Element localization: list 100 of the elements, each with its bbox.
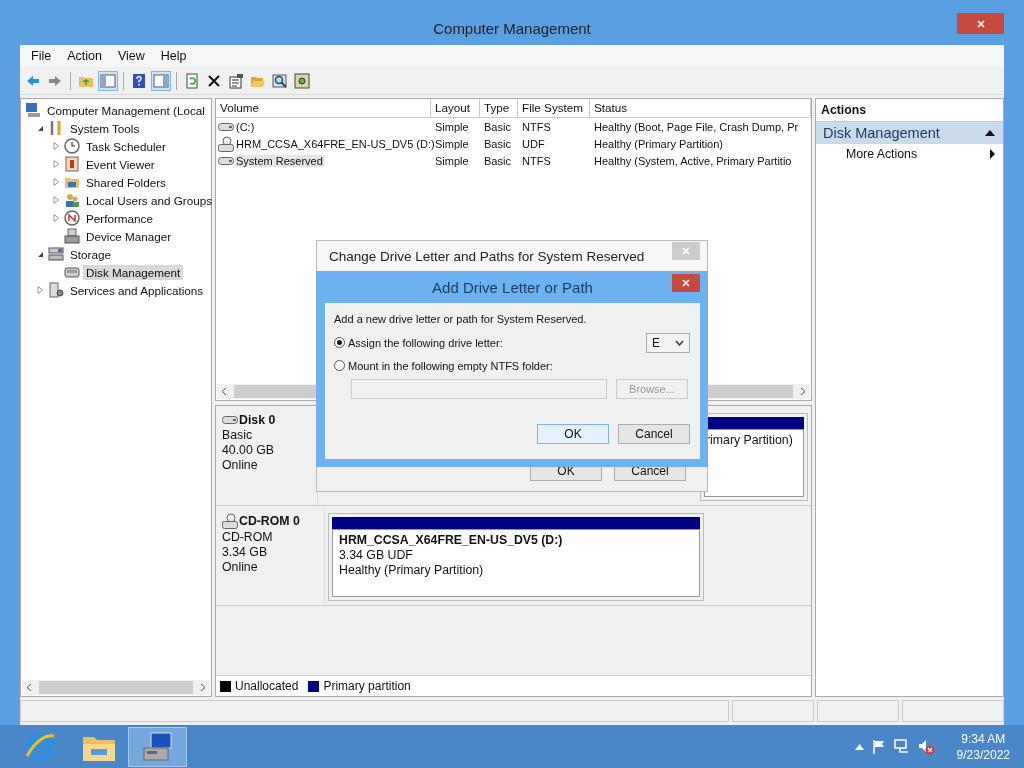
legend-label: Primary partition	[323, 679, 411, 693]
drive-icon	[218, 155, 234, 166]
dialog-prompt: Add a new drive letter or path for System Reserved.	[334, 313, 588, 325]
disk-type: CD-ROM	[222, 530, 274, 544]
column-header[interactable]: Volume	[216, 99, 431, 117]
device-icon	[64, 228, 80, 244]
menu-item[interactable]: File	[24, 47, 59, 65]
close-icon	[681, 246, 691, 256]
table-cell[interactable]: HRM_CCSA_X64FRE_EN-US_DV5 (D:)	[235, 137, 436, 150]
muted-speaker-icon[interactable]	[917, 738, 935, 755]
clock-icon	[64, 138, 80, 154]
computer-icon[interactable]	[140, 730, 175, 763]
disk-status: Online	[222, 458, 259, 472]
cd-drive-icon	[222, 513, 238, 529]
window-title: Computer Management	[433, 20, 591, 37]
table-cell-text: Healthy (Primary Partition)	[593, 137, 724, 150]
scrollbar[interactable]	[22, 680, 210, 695]
tree-item[interactable]: Local Users and Groups	[83, 192, 216, 208]
log-icon	[64, 156, 80, 172]
expand-arrow-icon[interactable]	[35, 285, 45, 295]
drive-letter-dropdown[interactable]: E	[646, 332, 690, 353]
table-cell-text: Basic	[483, 120, 512, 133]
column-header[interactable]: Status	[590, 99, 811, 117]
clock-time[interactable]: 9:34 AM	[961, 731, 1006, 746]
tree-item[interactable]: Storage	[67, 246, 114, 262]
drive-icon	[222, 415, 238, 425]
disk-size: 40.00 GB	[222, 443, 275, 457]
partition-title: HRM_CCSA_X64FRE_EN-US_DV5 (D:)	[339, 533, 564, 547]
expand-arrow-icon[interactable]	[51, 141, 61, 151]
tree-item[interactable]: Services and Applications	[67, 282, 207, 298]
table-cell-text: UDF	[521, 137, 546, 150]
table-cell-text: Healthy (System, Active, Primary Partitio	[593, 154, 793, 167]
chevron-up-icon[interactable]	[854, 743, 864, 750]
tree-item[interactable]: Device Manager	[83, 228, 175, 244]
menu-item[interactable]: View	[110, 47, 152, 65]
partition-block[interactable]: HRM_CCSA_X64FRE_EN-US_DV5 (D:) 3.34 GB UDF Healthy (Primary Partition)	[328, 513, 704, 601]
table-cell[interactable]: (C:)	[235, 120, 256, 133]
panel-icon	[100, 72, 116, 89]
column-header[interactable]: File System	[518, 99, 590, 117]
table-cell-text: Basic	[483, 137, 512, 150]
taskbar-button[interactable]	[128, 726, 187, 767]
users-icon	[64, 192, 80, 208]
menu-item[interactable]: Action	[60, 47, 109, 65]
close-icon	[681, 278, 691, 288]
folder-path-field[interactable]	[351, 379, 607, 399]
tree-item[interactable]: System Tools	[67, 120, 143, 136]
disk-name: Disk 0	[239, 413, 276, 427]
performance-icon	[64, 210, 80, 226]
tree-item[interactable]: Performance	[83, 210, 156, 226]
tree-item[interactable]: Task Scheduler	[83, 138, 169, 154]
services-icon	[48, 282, 64, 298]
tree-item[interactable]: Computer Management (Local	[44, 102, 208, 118]
close-button[interactable]	[672, 274, 700, 292]
tools-icon	[48, 120, 64, 136]
close-button[interactable]	[957, 13, 1004, 34]
column-header[interactable]: Type	[480, 99, 518, 117]
table-cell-text: Simple	[434, 154, 470, 167]
tree-item[interactable]: Shared Folders	[83, 174, 169, 190]
settings-icon	[294, 72, 310, 89]
dialog-button[interactable]: OK	[537, 424, 609, 444]
table-cell-text: Healthy (Boot, Page File, Crash Dump, Pr	[593, 120, 800, 133]
close-icon	[975, 18, 986, 29]
disk-status: Online	[222, 560, 259, 574]
table-cell-text: Basic	[483, 154, 512, 167]
actions-section[interactable]: Disk Management	[816, 122, 1003, 144]
tree-item[interactable]: Event Viewer	[83, 156, 158, 172]
table-cell[interactable]: System Reserved	[235, 154, 324, 167]
table-cell-text: NTFS	[521, 154, 552, 167]
clock-date[interactable]: 9/23/2022	[956, 747, 1010, 762]
dialog-button[interactable]: Cancel	[618, 424, 690, 444]
menu-item[interactable]: Help	[153, 47, 194, 65]
section-title: Disk Management	[823, 125, 940, 141]
computer-icon	[25, 102, 41, 118]
network-icon[interactable]	[893, 739, 910, 754]
expand-arrow-icon[interactable]	[51, 213, 61, 223]
column-header[interactable]: Layout	[431, 99, 480, 117]
expand-arrow-icon[interactable]	[51, 159, 61, 169]
action-link[interactable]: More Actions	[846, 147, 918, 161]
expand-arrow-icon[interactable]	[51, 195, 61, 205]
radio-button[interactable]	[334, 337, 345, 348]
submenu-arrow-icon	[990, 149, 995, 159]
partition-info: 3.34 GB UDF	[339, 548, 414, 562]
collapse-arrow-icon[interactable]	[985, 130, 995, 136]
dialog-title: Add Drive Letter or Path	[432, 278, 593, 296]
help-icon	[131, 72, 147, 89]
disk-size: 3.34 GB	[222, 545, 269, 559]
radio-button[interactable]	[334, 360, 345, 371]
disk-type: Basic	[222, 428, 254, 442]
legend-label: Unallocated	[235, 679, 299, 693]
drive-icon	[218, 121, 234, 132]
search-icon	[272, 72, 288, 89]
properties-icon	[228, 72, 244, 89]
flag-icon[interactable]	[871, 739, 886, 754]
radio-label[interactable]: Assign the following drive letter:	[348, 336, 503, 349]
dialog-title: Change Drive Letter and Paths for System Reserved	[329, 248, 645, 264]
radio-label[interactable]: Mount in the following empty NTFS folder:	[348, 359, 553, 372]
table-cell-text: NTFS	[521, 120, 552, 133]
tree-item[interactable]: Disk Management	[83, 264, 184, 280]
expand-arrow-icon[interactable]	[51, 177, 61, 187]
toolbar-button[interactable]	[292, 70, 312, 91]
